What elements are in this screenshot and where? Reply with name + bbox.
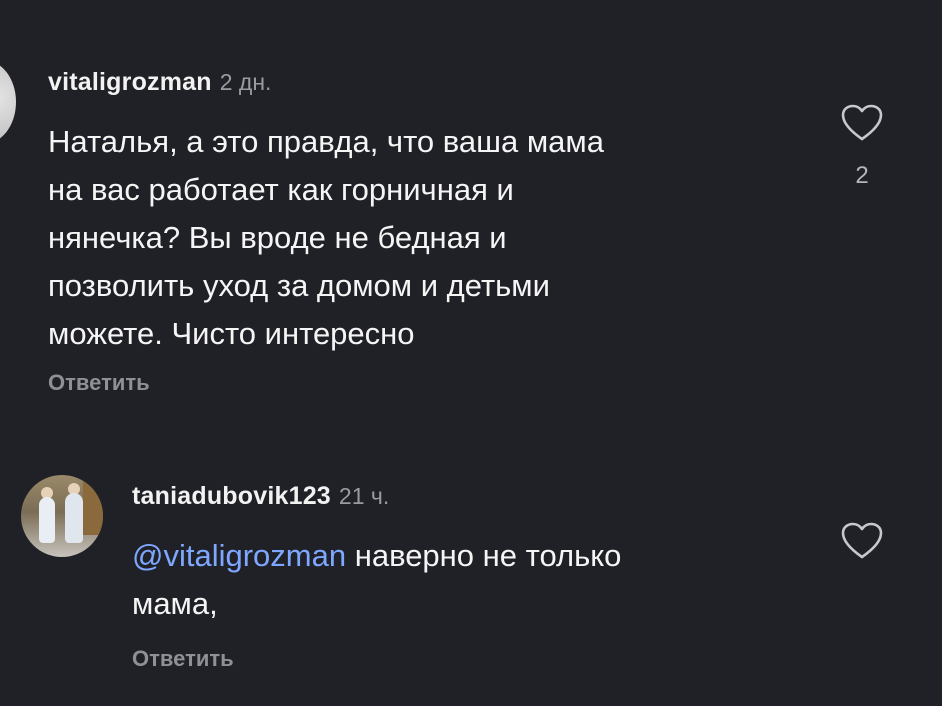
reply-button[interactable]: Ответить [132, 646, 234, 672]
heart-icon[interactable] [840, 522, 884, 560]
comment-line: Наталья, а это правда, что ваша мама [48, 124, 604, 159]
avatar[interactable] [0, 60, 16, 144]
comments-screen: vitaligrozman 2 дн. Наталья, а это правда… [0, 0, 942, 706]
comment-line: мама, [132, 586, 218, 621]
comment-line: на вас работает как горничная и [48, 172, 514, 207]
comment-header: taniadubovik123 21 ч. [132, 482, 389, 511]
avatar[interactable] [21, 475, 103, 557]
comment-text: Наталья, а это правда, что ваша мама на … [48, 118, 604, 358]
timestamp: 2 дн. [219, 69, 272, 95]
username[interactable]: taniadubovik123 [132, 482, 331, 510]
like-count: 2 [855, 162, 869, 189]
comment-line: позволить уход за домом и детьми [48, 268, 550, 303]
comment-header: vitaligrozman 2 дн. [48, 68, 271, 97]
comment-text: @vitaligrozman наверно не только мама, [132, 532, 621, 628]
timestamp: 21 ч. [338, 483, 390, 509]
heart-icon[interactable] [840, 104, 884, 142]
avatar-photo-detail [39, 497, 55, 543]
avatar-photo-detail [65, 493, 83, 543]
like-button[interactable]: 2 [840, 104, 884, 190]
reply-button[interactable]: Ответить [48, 370, 150, 396]
mention-link[interactable]: @vitaligrozman [132, 538, 346, 573]
username[interactable]: vitaligrozman [48, 68, 212, 96]
avatar-photo-detail [83, 475, 103, 535]
comment-line: нянечка? Вы вроде не бедная и [48, 220, 507, 255]
comment-line: можете. Чисто интересно [48, 316, 415, 351]
comment-line: @vitaligrozman наверно не только [132, 532, 621, 580]
like-button[interactable] [840, 522, 884, 560]
comment-text-rest: наверно не только [346, 538, 622, 573]
